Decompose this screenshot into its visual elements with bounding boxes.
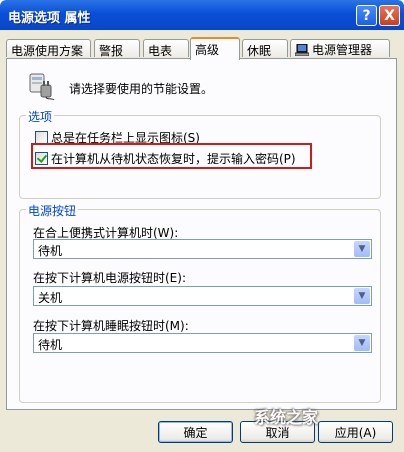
- ok-button[interactable]: 确定: [158, 421, 233, 443]
- window-title: 电源选项 属性: [8, 11, 91, 26]
- prompt-password-label: 在计算机从待机状态恢复时，提示输入密码(P): [51, 152, 296, 166]
- close-button[interactable]: X: [379, 5, 400, 26]
- sleep-button-value: 待机: [38, 338, 63, 352]
- power-button-select[interactable]: 关机 ▼: [33, 286, 372, 306]
- prompt-password-checkbox[interactable]: [35, 152, 48, 165]
- properties-dialog: 电源选项 属性 ? X 电源使用方案 警报 电表 高级 休眠 电源管理器 请选择…: [0, 0, 404, 452]
- lid-close-value: 待机: [38, 244, 63, 258]
- sleep-button-select[interactable]: 待机 ▼: [33, 333, 372, 353]
- tab-advanced[interactable]: 高级: [190, 37, 240, 60]
- title-bar[interactable]: 电源选项 属性 ? X: [0, 0, 404, 30]
- tab-power-schemes[interactable]: 电源使用方案: [6, 39, 91, 58]
- power-buttons-group-label: 电源按钮: [26, 202, 79, 219]
- tab-power-meter[interactable]: 电表: [143, 39, 189, 58]
- laptop-icon: [295, 43, 309, 56]
- advanced-panel: 请选择要使用的节能设置。 选项 总是在任务栏上显示图标(S) 在计算机从待机状态…: [6, 58, 397, 410]
- sleep-button-label: 在按下计算机睡眠按钮时(M):: [33, 319, 189, 333]
- tab-power-manager[interactable]: 电源管理器: [290, 39, 390, 57]
- chevron-down-icon[interactable]: ▼: [354, 241, 370, 257]
- help-button[interactable]: ?: [356, 5, 377, 26]
- chevron-down-icon[interactable]: ▼: [354, 288, 370, 304]
- tab-alarms[interactable]: 警报: [94, 39, 140, 58]
- chevron-down-icon[interactable]: ▼: [354, 335, 370, 351]
- apply-button[interactable]: 应用(A): [318, 421, 393, 443]
- options-group-label: 选项: [26, 108, 55, 125]
- watermark: 系统之家: [254, 408, 319, 427]
- power-button-label: 在按下计算机电源按钮时(E):: [33, 271, 186, 285]
- tab-hibernate[interactable]: 休眠: [242, 39, 288, 58]
- intro-text: 请选择要使用的节能设置。: [69, 82, 214, 96]
- prompt-password-option[interactable]: 在计算机从待机状态恢复时，提示输入密码(P): [35, 150, 296, 167]
- power-button-value: 关机: [38, 291, 63, 305]
- power-plug-computer-icon: [29, 73, 55, 101]
- lid-close-select[interactable]: 待机 ▼: [33, 239, 372, 259]
